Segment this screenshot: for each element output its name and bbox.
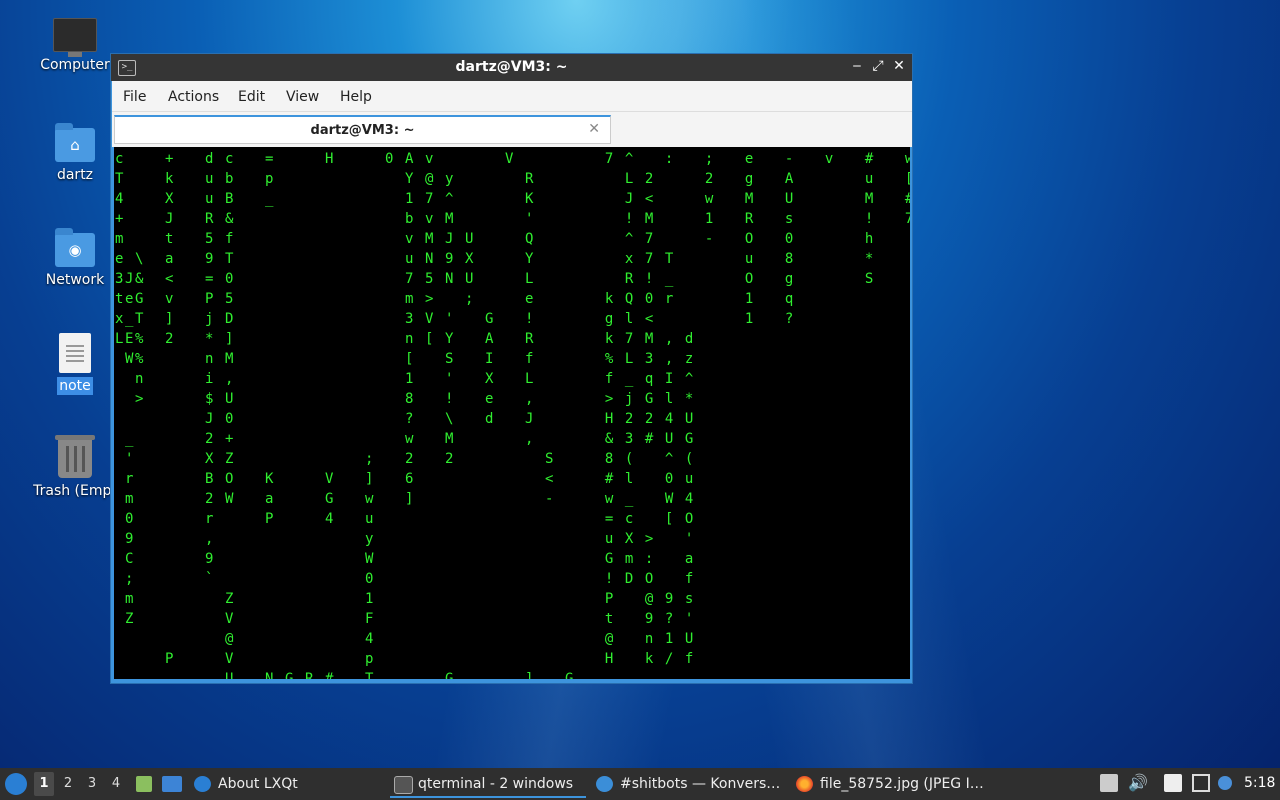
home-folder-icon: ⌂ xyxy=(55,123,95,162)
task-qterminal[interactable]: qterminal - 2 windows xyxy=(390,770,586,798)
minimize-button[interactable]: ‒ xyxy=(848,58,866,74)
trash-icon xyxy=(55,435,95,478)
file-manager-icon[interactable] xyxy=(136,776,152,792)
task-label: file_58752.jpg (JPEG I… xyxy=(820,776,984,792)
volume-icon[interactable]: 🔊 xyxy=(1128,774,1148,792)
clock[interactable]: 5:18 xyxy=(1244,775,1275,791)
firefox-icon xyxy=(796,776,813,792)
matrix-row: r B O K V ] 6 < # l 0 u w X M & 0 xyxy=(124,471,695,487)
desktop-icon-label: note xyxy=(57,377,93,395)
matrix-row: e \ a 9 T u N 9 X Y x 7 T u 8 * \ _ % m … xyxy=(115,251,875,267)
notes-tray-icon[interactable] xyxy=(1164,774,1182,792)
menu-actions[interactable]: Actions xyxy=(168,89,219,105)
notification-icon[interactable] xyxy=(1218,776,1232,790)
desktop-switch-4[interactable]: 4 xyxy=(106,772,126,796)
matrix-row: W% n M [ S I f % L 3 , z j G W xyxy=(124,351,695,367)
tab-bar: dartz@VM3: ~ ✕ xyxy=(112,111,912,147)
matrix-row: + J R & b v M ' ! M 1 R s ! 7 9 b k M a xyxy=(115,211,910,227)
terminal-output[interactable]: c + d c = H 0 A v V 7 ^ : ; e - v # w ? … xyxy=(114,147,910,679)
window-title: dartz@VM3: ~ xyxy=(455,59,568,75)
matrix-row: U N G R # T G ] G xyxy=(115,671,575,679)
desktop-switch-2[interactable]: 2 xyxy=(58,772,78,796)
network-tray-icon[interactable] xyxy=(1192,774,1210,792)
lxqt-menu-icon[interactable] xyxy=(5,773,27,795)
matrix-row: 3J& < = 0 7 5 N U L R ! _ O g S 6 m 6 6 xyxy=(115,271,875,287)
lxqt-icon xyxy=(194,776,211,792)
matrix-row: Z V F t 9 ? ' 8 - f 2 xyxy=(124,611,695,627)
matrix-row: > $ U 8 ! e , > j G l * # a b x xyxy=(134,391,695,407)
show-desktop-icon[interactable] xyxy=(162,776,182,792)
menubar: File Actions Edit View Help xyxy=(112,81,912,111)
desktop-icon-label: Trash (Empt xyxy=(33,483,117,499)
desktop-icon-label: Network xyxy=(45,272,105,288)
matrix-row: m 2 W a G w ] - w _ W 4 b F w Z xyxy=(124,491,695,507)
terminal-window[interactable]: >_ dartz@VM3: ~ ‒ ⤢ ✕ File Actions Edit … xyxy=(110,53,913,684)
matrix-row: 4 X u B _ 1 7 ^ K J < w M U M # R @ w [ … xyxy=(115,191,910,207)
menu-file[interactable]: File xyxy=(123,89,146,105)
konversation-icon xyxy=(596,776,613,792)
matrix-row: c + d c = H 0 A v V 7 ^ : ; e - v # w ? … xyxy=(115,151,910,167)
matrix-row: LE% 2 * ] n [ Y A R k 7 M , d 6 ( 4 xyxy=(115,331,695,347)
matrix-row: m Z 1 P @ 9 s e - 5 v xyxy=(124,591,695,607)
matrix-row: x_T ] j D 3 V ' G ! g l < 1 ? ) ! L xyxy=(115,311,795,327)
task-about-lxqt[interactable]: About LXQt xyxy=(190,770,380,798)
matrix-row: m t 5 f v M J U Q ^ 7 - O 0 h ' ; < O < xyxy=(115,231,875,247)
matrix-row: ; ` 0 ! D O f 7 w [ 6 xyxy=(124,571,695,587)
matrix-row: 9 , y u X > ' f w 1 P xyxy=(124,531,695,547)
desktop-switch-1[interactable]: 1 xyxy=(34,772,54,796)
text-document-icon xyxy=(59,333,91,373)
matrix-row: P V p H k / f F e + h ; xyxy=(164,651,695,667)
desktop-icon-label: dartz xyxy=(56,167,94,183)
tab-terminal[interactable]: dartz@VM3: ~ ✕ xyxy=(114,115,611,144)
menu-help[interactable]: Help xyxy=(340,89,372,105)
menu-edit[interactable]: Edit xyxy=(238,89,265,105)
matrix-row: n i , 1 ' X L f _ q I ^ S 3 / P xyxy=(134,371,695,387)
tab-close-icon[interactable]: ✕ xyxy=(588,121,600,137)
matrix-row: C 9 W G m : a o K 8 ; xyxy=(124,551,695,567)
matrix-row: ' X Z ; 2 2 S 8 ( ^ ( y ] j X xyxy=(124,451,695,467)
task-label: About LXQt xyxy=(218,776,298,792)
matrix-row: teG v P 5 m > ; e k Q 0 r 1 q v . $ y xyxy=(115,291,795,307)
matrix-row: @ 4 @ n 1 U l Q ? ? r xyxy=(224,631,695,647)
computer-icon xyxy=(53,18,97,57)
matrix-row: _ 2 + w M , & 3 # U G x 4 Y z xyxy=(124,431,695,447)
menu-view[interactable]: View xyxy=(286,89,319,105)
task-label: qterminal - 2 windows xyxy=(418,776,574,792)
task-firefox-image[interactable]: file_58752.jpg (JPEG I… xyxy=(792,770,988,798)
taskbar: 1 2 3 4 About LXQt qterminal - 2 windows… xyxy=(0,768,1280,800)
matrix-rain: c + d c = H 0 A v V 7 ^ : ; e - v # w ? … xyxy=(114,147,910,679)
desktop-switch-3[interactable]: 3 xyxy=(82,772,102,796)
task-label: #shitbots — Konvers… xyxy=(620,776,781,792)
tab-title: dartz@VM3: ~ xyxy=(310,123,415,138)
maximize-button[interactable]: ⤢ xyxy=(869,58,887,74)
matrix-row: 0 r P 4 u = c [ O : T L xyxy=(124,511,695,527)
close-button[interactable]: ✕ xyxy=(890,58,908,74)
task-konversation[interactable]: #shitbots — Konvers… xyxy=(592,770,782,798)
terminal-icon xyxy=(394,776,413,794)
desktop-icon-label: Computer xyxy=(40,57,110,73)
matrix-row: J 0 ? \ d J H 2 2 4 U k R a 9 xyxy=(204,411,695,427)
clipboard-tray-icon[interactable] xyxy=(1100,774,1118,792)
matrix-row: T k u b p Y @ y R L 2 2 g A u [ 0 6 = Y … xyxy=(115,171,910,187)
network-folder-icon: ◉ xyxy=(55,228,95,267)
window-titlebar[interactable]: >_ dartz@VM3: ~ ‒ ⤢ ✕ xyxy=(111,54,912,81)
